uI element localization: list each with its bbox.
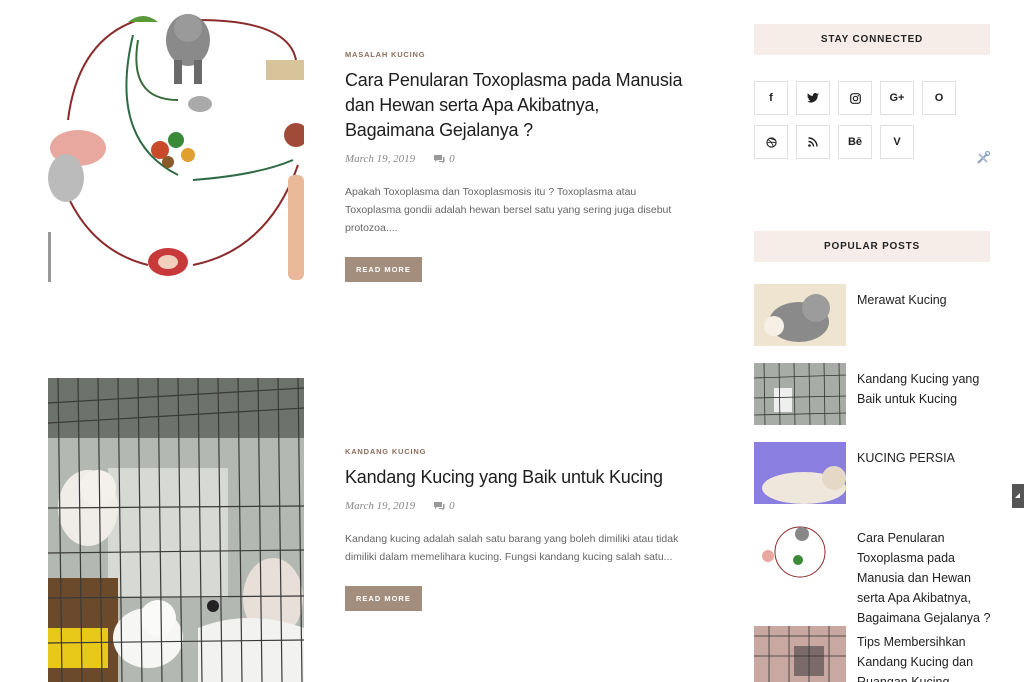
- google-plus-icon[interactable]: G+: [880, 81, 914, 115]
- twitter-icon[interactable]: [796, 81, 830, 115]
- rss-icon[interactable]: [796, 125, 830, 159]
- instagram-glyph: [849, 92, 861, 104]
- vimeo-icon[interactable]: V: [880, 125, 914, 159]
- twitter-glyph: [807, 93, 819, 103]
- behance-icon[interactable]: Bē: [838, 125, 872, 159]
- popular-post-thumbnail[interactable]: [754, 522, 846, 582]
- toxoplasma-diagram-thumbnail: [754, 522, 846, 582]
- post-title[interactable]: Cara Penularan Toxoplasma pada Manusia d…: [345, 68, 685, 143]
- post-body: KANDANG KUCING Kandang Kucing yang Baik …: [345, 447, 685, 611]
- instagram-icon[interactable]: [838, 81, 872, 115]
- popular-post-thumbnail[interactable]: [754, 626, 846, 682]
- post-excerpt: Apakah Toxoplasma dan Toxoplasmosis itu …: [345, 186, 672, 234]
- popular-post-title[interactable]: Kandang Kucing yang Baik untuk Kucing: [857, 369, 993, 409]
- post-comments[interactable]: 0: [433, 153, 455, 165]
- post-category[interactable]: MASALAH KUCING: [345, 50, 685, 59]
- post-meta: March 19, 2019 0: [345, 153, 685, 165]
- kitten-photo: [754, 284, 846, 346]
- dribbble-glyph: [765, 136, 777, 148]
- popular-post-title[interactable]: Cara Penularan Toxoplasma pada Manusia d…: [857, 528, 993, 628]
- stay-connected-heading: STAY CONNECTED: [754, 24, 990, 55]
- scroll-to-top-button[interactable]: [1012, 484, 1024, 508]
- popular-post-item[interactable]: Tips Membersihkan Kandang Kucing dan Rua…: [754, 626, 994, 682]
- post-excerpt: Kandang kucing adalah salah satu barang …: [345, 533, 679, 563]
- post-category[interactable]: KANDANG KUCING: [345, 447, 685, 456]
- popular-post-title[interactable]: Merawat Kucing: [857, 290, 993, 310]
- post-title[interactable]: Kandang Kucing yang Baik untuk Kucing: [345, 465, 685, 490]
- read-more-button[interactable]: READ MORE: [345, 257, 422, 282]
- post-card: KANDANG KUCING Kandang Kucing yang Baik …: [48, 378, 688, 682]
- rss-glyph: [808, 137, 818, 147]
- popular-post-title[interactable]: KUCING PERSIA: [857, 448, 993, 468]
- wrench-tools-icon[interactable]: [975, 150, 991, 166]
- popular-post-thumbnail[interactable]: [754, 284, 846, 346]
- post-date: March 19, 2019: [345, 153, 416, 165]
- post-meta: March 19, 2019 0: [345, 500, 685, 512]
- facebook-icon[interactable]: f: [754, 81, 788, 115]
- opera-icon[interactable]: O: [922, 81, 956, 115]
- post-thumbnail-kandang[interactable]: [48, 378, 304, 682]
- popular-post-title[interactable]: Tips Membersihkan Kandang Kucing dan Rua…: [857, 632, 993, 682]
- comment-count: 0: [449, 500, 455, 512]
- toxoplasma-cycle-diagram: [48, 0, 304, 310]
- popular-posts-heading: POPULAR POSTS: [754, 231, 990, 262]
- post-comments[interactable]: 0: [433, 500, 455, 512]
- comments-icon: [434, 155, 445, 164]
- post-card: MASALAH KUCING Cara Penularan Toxoplasma…: [48, 0, 688, 310]
- cage-photo: [754, 363, 846, 425]
- dribbble-icon[interactable]: [754, 125, 788, 159]
- post-date: March 19, 2019: [345, 500, 416, 512]
- comment-count: 0: [449, 153, 455, 165]
- popular-post-thumbnail[interactable]: [754, 442, 846, 504]
- popular-post-thumbnail[interactable]: [754, 363, 846, 425]
- read-more-button[interactable]: READ MORE: [345, 586, 422, 611]
- cage-cats-photo: [48, 378, 304, 682]
- post-body: MASALAH KUCING Cara Penularan Toxoplasma…: [345, 50, 685, 282]
- cage-cleaning-photo: [754, 626, 846, 682]
- persian-cat-photo: [754, 442, 846, 504]
- post-thumbnail-toxoplasma[interactable]: [48, 0, 304, 310]
- comments-icon: [434, 502, 445, 511]
- arrow-up-icon: [1015, 493, 1020, 498]
